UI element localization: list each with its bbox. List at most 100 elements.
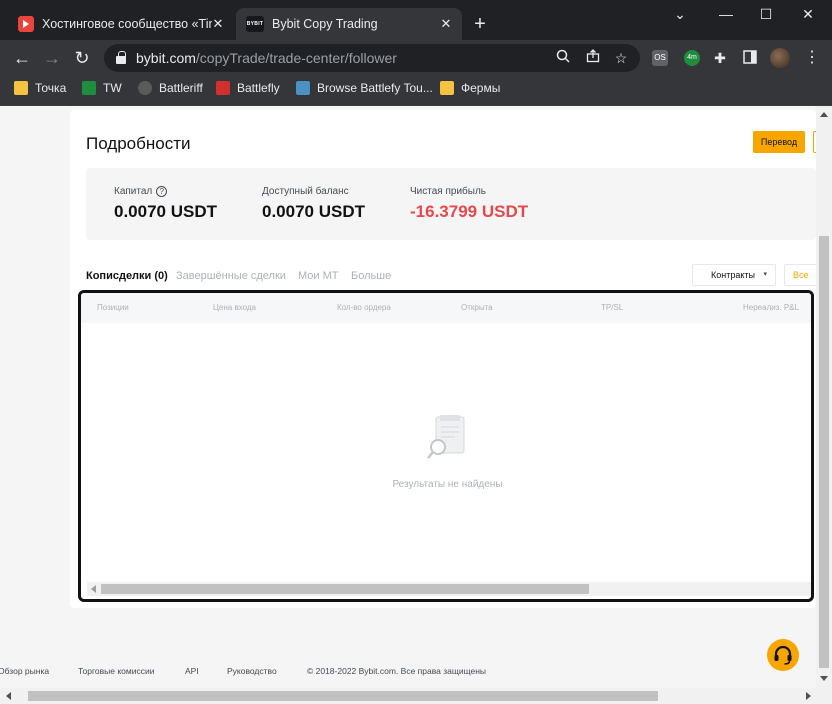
balance-stat: Доступный баланс 0.0070 USDT — [262, 186, 365, 222]
bookmark-label: TW — [103, 81, 122, 95]
table-horizontal-scrollbar[interactable] — [87, 582, 811, 596]
transfer-button[interactable]: Перевод — [753, 131, 805, 153]
page-vertical-scrollbar[interactable] — [816, 106, 832, 688]
contracts-dropdown-label: Контракты — [711, 270, 755, 280]
page-horizontal-scrollbar[interactable] — [0, 688, 832, 704]
tab-search-icon[interactable]: ⌄ — [670, 6, 690, 23]
scroll-down-arrow-icon[interactable] — [820, 676, 828, 681]
profile-avatar[interactable] — [770, 48, 790, 68]
minimize-window-button[interactable]: — — [716, 6, 736, 22]
maximize-window-button[interactable]: ☐ — [756, 6, 776, 23]
timeweb-favicon-icon — [18, 16, 34, 32]
bookmarks-bar: Точка TW Battleriff Battlefly Browse Bat… — [0, 76, 832, 100]
page-title: Подробности — [86, 134, 191, 153]
folder-icon — [440, 81, 454, 95]
capital-label: Капитал — [114, 186, 153, 197]
footer-copyright: © 2018-2022 Bybit.com. Все права защищен… — [307, 666, 487, 676]
new-tab-button[interactable]: + — [470, 14, 490, 34]
bookmark-battlefly[interactable]: Battlefly — [216, 80, 280, 96]
share-icon[interactable] — [584, 49, 602, 67]
profit-stat: Чистая прибыль -16.3799 USDT — [410, 186, 528, 222]
bybit-favicon-icon: BYBIT — [246, 16, 264, 32]
battlefly-icon — [216, 81, 230, 95]
close-tab-icon[interactable]: ✕ — [210, 16, 226, 32]
tab-my-mt[interactable]: Мои МТ — [298, 270, 339, 282]
address-url: bybit.com/copyTrade/trade-center/followe… — [136, 50, 397, 66]
browser-tab-strip: Хостинговое сообщество «Time ✕ BYBIT Byb… — [0, 0, 832, 40]
address-bar[interactable]: bybit.com/copyTrade/trade-center/followe… — [104, 44, 640, 72]
bookmark-star-icon[interactable]: ☆ — [612, 49, 630, 67]
table-header: Позиции Цена входа Кол-во ордера Открыта… — [81, 293, 811, 323]
bookmark-battlefy[interactable]: Browse Battlefy Tou... — [296, 80, 433, 96]
browser-menu-icon[interactable]: ⋮ — [802, 48, 822, 68]
scroll-up-arrow-icon[interactable] — [820, 112, 828, 117]
zoom-search-icon[interactable] — [554, 49, 572, 67]
tab-title: Bybit Copy Trading — [272, 17, 378, 31]
os-extension-icon[interactable]: OS — [652, 50, 668, 66]
column-header: Цена входа — [213, 303, 257, 312]
scrollbar-thumb[interactable] — [28, 691, 658, 701]
close-tab-icon[interactable]: ✕ — [438, 16, 454, 32]
support-chat-button[interactable] — [767, 639, 799, 671]
page-viewport: Подробности Перевод Капитал? 0.0070 USDT… — [0, 106, 832, 704]
headset-icon — [774, 645, 792, 665]
scrollbar-thumb[interactable] — [101, 584, 589, 594]
contracts-dropdown[interactable]: Контракты ▾ — [692, 264, 776, 286]
forward-arrow-icon[interactable]: → — [42, 48, 62, 68]
tw-icon — [82, 81, 96, 95]
bookmark-battleriff[interactable]: Battleriff — [138, 80, 203, 96]
details-card: Подробности Перевод Капитал? 0.0070 USDT… — [70, 110, 819, 608]
empty-state-text: Результаты не найдены — [392, 479, 503, 490]
bookmark-tw[interactable]: TW — [82, 80, 122, 96]
page-footer: Обзор рынка Торговые комиссии API Руково… — [0, 662, 816, 682]
close-window-button[interactable]: ✕ — [798, 6, 818, 23]
caret-down-icon: ▾ — [763, 271, 767, 278]
bookmark-label: Фермы — [461, 81, 501, 95]
bookmark-tochka[interactable]: Точка — [14, 80, 66, 96]
scroll-right-arrow-icon[interactable] — [806, 692, 811, 700]
footer-link-market[interactable]: Обзор рынка — [0, 666, 49, 676]
browser-toolbar: ← → ↻ bybit.com/copyTrade/trade-center/f… — [0, 40, 832, 76]
balance-value: 0.0070 USDT — [262, 202, 365, 221]
side-panel-icon[interactable] — [742, 50, 758, 66]
extensions-puzzle-icon[interactable]: ✚ — [712, 50, 728, 66]
battleriff-icon — [138, 81, 152, 95]
balance-label: Доступный баланс — [262, 186, 349, 197]
lock-icon — [116, 51, 126, 64]
url-host: bybit.com — [136, 50, 196, 66]
scrollbar-thumb[interactable] — [819, 236, 829, 668]
capital-stat: Капитал? 0.0070 USDT — [114, 186, 217, 222]
bookmark-label: Battlefly — [237, 81, 280, 95]
tab-more[interactable]: Больше — [351, 270, 391, 282]
tab-copy-trades[interactable]: Кописделки (0) — [86, 270, 168, 282]
battlefy-icon — [296, 81, 310, 95]
scroll-left-arrow-icon[interactable] — [6, 692, 11, 700]
column-header: Позиции — [97, 303, 129, 312]
footer-link-guide[interactable]: Руководство — [227, 666, 277, 676]
browser-tab-bybit[interactable]: BYBIT Bybit Copy Trading ✕ — [236, 8, 462, 40]
no-results-illustration-icon — [81, 413, 811, 468]
footer-link-api[interactable]: API — [185, 666, 199, 676]
reload-icon[interactable]: ↻ — [72, 48, 92, 68]
column-header: TP/SL — [601, 303, 624, 312]
column-header: Нереализ. P&L — [743, 303, 799, 312]
tab-title: Хостинговое сообщество «Time — [42, 17, 212, 31]
all-dropdown[interactable]: Все — [784, 264, 816, 286]
bookmark-fermy[interactable]: Фермы — [440, 80, 500, 96]
positions-table: Позиции Цена входа Кол-во ордера Открыта… — [78, 290, 814, 602]
bookmark-label: Browse Battlefy Tou... — [317, 81, 433, 95]
account-summary: Капитал? 0.0070 USDT Доступный баланс 0.… — [86, 168, 816, 240]
bookmark-label: Точка — [35, 81, 67, 95]
column-header: Открыта — [461, 303, 493, 312]
profit-label: Чистая прибыль — [410, 186, 486, 197]
back-arrow-icon[interactable]: ← — [12, 48, 32, 68]
tab-completed-trades[interactable]: Завершённые сделки — [176, 270, 286, 282]
column-header: Кол-во ордера — [337, 303, 391, 312]
browser-tab-timeweb[interactable]: Хостинговое сообщество «Time ✕ — [8, 8, 234, 40]
help-icon[interactable]: ? — [156, 186, 168, 197]
url-path: /copyTrade/trade-center/follower — [195, 50, 397, 66]
footer-link-fees[interactable]: Торговые комиссии — [78, 666, 154, 676]
timer-extension-icon[interactable]: 4m — [684, 50, 700, 66]
scroll-left-arrow-icon[interactable] — [91, 585, 96, 593]
bookmark-label: Battleriff — [159, 81, 203, 95]
